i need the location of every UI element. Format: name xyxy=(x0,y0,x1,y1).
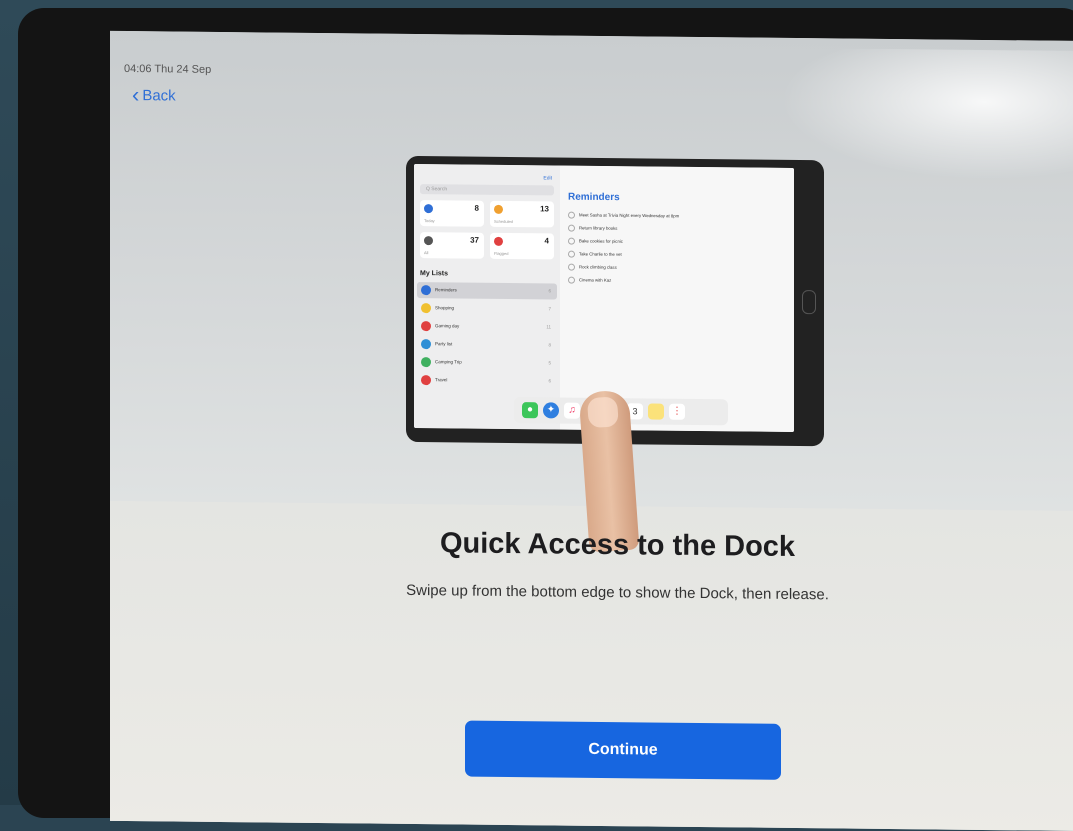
list-count: 8 xyxy=(548,342,551,348)
reminder-text: Take Charlie to the vet xyxy=(579,251,622,257)
reminders-title: Reminders xyxy=(568,191,620,204)
list-item: Reminders 6 xyxy=(417,282,557,300)
tile-all: 37 All xyxy=(420,232,484,259)
reminders-sidebar: Edit Q Search 8 Today 13 Scheduled 37 Al… xyxy=(414,163,560,430)
list-item: Travel 6 xyxy=(417,372,557,389)
fingernail xyxy=(586,396,619,429)
checkbox-icon xyxy=(568,276,575,284)
list-name: Camping Trip xyxy=(435,359,462,365)
ipad-screen: 04:06 Thu 24 Sep ‹ Back Edit Q Search 8 … xyxy=(110,30,1073,831)
list-name: Shopping xyxy=(435,305,455,311)
list-icon xyxy=(421,321,431,332)
back-label: Back xyxy=(142,87,176,105)
edit-label: Edit xyxy=(543,175,552,182)
safari-icon: ✦ xyxy=(543,402,559,419)
tile-count: 4 xyxy=(544,236,549,246)
status-bar-time: 04:06 Thu 24 Sep xyxy=(124,62,212,76)
list-count: 7 xyxy=(548,306,551,312)
reminder-item: Bake cookies for picnic xyxy=(568,237,623,246)
tile-label: Flagged xyxy=(494,250,509,256)
search-field: Q Search xyxy=(420,184,554,196)
list-item: Camping Trip 5 xyxy=(417,354,557,371)
tile-label: All xyxy=(424,250,429,256)
list-name: Party list xyxy=(435,341,453,347)
tile-count: 8 xyxy=(474,203,479,213)
back-button[interactable]: ‹ Back xyxy=(132,82,176,108)
calendar-icon xyxy=(424,204,433,214)
music-icon: ♫ xyxy=(564,402,580,419)
flag-icon xyxy=(494,236,503,246)
reminder-item: Return library books xyxy=(568,224,618,233)
reminder-item: Meet Sasha at Trivia Night every Wednesd… xyxy=(568,211,680,220)
notes-icon xyxy=(648,403,664,420)
checkbox-icon xyxy=(568,211,575,219)
tile-count: 13 xyxy=(540,204,549,214)
chevron-left-icon: ‹ xyxy=(132,82,140,108)
tile-count: 37 xyxy=(470,235,479,245)
checkbox-icon xyxy=(568,237,575,245)
home-button-icon xyxy=(802,290,816,315)
checkbox-icon xyxy=(568,250,575,258)
list-name: Travel xyxy=(435,377,448,383)
reminder-text: Rock climbing class xyxy=(579,264,617,270)
reminder-text: Bake cookies for picnic xyxy=(579,238,623,244)
ipad-bezel: 04:06 Thu 24 Sep ‹ Back Edit Q Search 8 … xyxy=(18,8,1073,831)
list-count: 6 xyxy=(548,288,551,294)
tray-icon xyxy=(424,236,433,246)
reminder-item: Take Charlie to the vet xyxy=(568,250,622,259)
list-count: 6 xyxy=(548,378,551,384)
reminder-item: Rock climbing class xyxy=(568,263,617,272)
list-item: Party list 8 xyxy=(417,336,557,353)
tile-label: Today xyxy=(424,218,435,224)
list-item: Shopping 7 xyxy=(417,300,557,317)
checkbox-icon xyxy=(568,224,575,232)
reminder-item: Cinema with Kaz xyxy=(568,276,612,284)
tile-flagged: 4 Flagged xyxy=(490,232,554,260)
tile-today: 8 Today xyxy=(420,200,484,227)
list-icon xyxy=(421,357,431,368)
messages-icon: ● xyxy=(522,402,538,419)
list-icon xyxy=(421,339,431,350)
reminders-icon: ⋮ xyxy=(669,403,685,420)
list-name: Gaming day xyxy=(435,323,460,329)
reminder-text: Cinema with Kaz xyxy=(579,277,612,283)
list-count: 5 xyxy=(548,360,551,366)
list-name: Reminders xyxy=(435,287,457,293)
reminder-text: Return library books xyxy=(579,225,618,231)
list-item: Gaming day 11 xyxy=(417,318,557,335)
list-icon xyxy=(421,303,431,314)
screen-glare xyxy=(780,47,1073,182)
clock-icon xyxy=(494,204,503,214)
tile-scheduled: 13 Scheduled xyxy=(490,200,554,228)
list-icon xyxy=(421,285,431,296)
list-count: 11 xyxy=(546,324,551,330)
checkbox-icon xyxy=(568,263,575,271)
reminder-text: Meet Sasha at Trivia Night every Wednesd… xyxy=(579,212,680,219)
tile-label: Scheduled xyxy=(494,218,513,225)
continue-button[interactable]: Continue xyxy=(465,720,781,780)
list-icon xyxy=(421,375,431,386)
my-lists-heading: My Lists xyxy=(420,270,449,278)
